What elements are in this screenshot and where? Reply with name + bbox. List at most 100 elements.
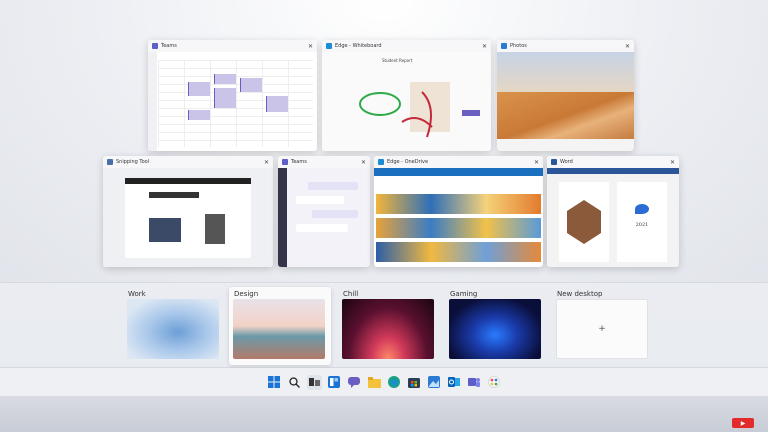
desktop-label: Gaming [450, 290, 478, 298]
window-teams-chat[interactable]: Teams ✕ [278, 156, 370, 267]
search-icon[interactable] [287, 375, 302, 390]
desktop-label: Design [234, 290, 259, 298]
edge-icon [378, 159, 384, 165]
desktop-work[interactable]: Work [127, 289, 231, 359]
window-title: Edge - OneDrive [387, 159, 429, 165]
plus-icon: + [598, 324, 606, 334]
teams-icon [152, 43, 158, 49]
desktop-chill[interactable]: Chill [342, 289, 446, 359]
calendar-event [214, 74, 236, 84]
window-teams-calendar[interactable]: Teams ✕ [148, 40, 317, 151]
window-titlebar: Teams ✕ [278, 156, 370, 168]
snip-photo [149, 218, 181, 242]
desk-surface [0, 396, 768, 432]
window-titlebar: Word ✕ [547, 156, 679, 168]
dove-icon [635, 204, 649, 214]
window-content [103, 168, 273, 267]
photos-icon[interactable] [427, 375, 442, 390]
calendar-event [188, 110, 210, 120]
word-ribbon [547, 168, 679, 174]
window-titlebar: Photos ✕ [497, 40, 634, 52]
card-page-left [559, 182, 609, 262]
outlook-icon[interactable] [447, 375, 462, 390]
window-content [374, 168, 543, 267]
snip-image [125, 178, 251, 258]
paint-icon[interactable] [487, 375, 502, 390]
desktop-label: Work [128, 290, 146, 298]
taskbar [0, 368, 768, 396]
teams-sidebar [148, 52, 157, 151]
window-title: Word [560, 159, 573, 165]
edge-icon[interactable] [387, 375, 402, 390]
teams-icon [282, 159, 288, 165]
widgets-icon[interactable] [327, 375, 342, 390]
card-year: 2021 [635, 222, 649, 228]
close-icon[interactable]: ✕ [482, 43, 487, 50]
edge-icon [326, 43, 332, 49]
desktop-gaming[interactable]: Gaming [449, 289, 553, 359]
new-desktop-button[interactable]: + [556, 299, 648, 359]
chat-icon[interactable] [347, 375, 362, 390]
photo-filmstrip [497, 139, 634, 151]
word-icon [551, 159, 557, 165]
desktop-wallpaper [342, 299, 434, 359]
window-edge-onedrive[interactable]: Edge - OneDrive ✕ [374, 156, 543, 267]
desktop-label: Chill [343, 290, 359, 298]
photo-tile [376, 194, 541, 214]
card-page-right: 2021 [617, 182, 667, 262]
snip-headline [149, 192, 199, 198]
teams-rail [278, 168, 287, 267]
close-icon[interactable]: ✕ [264, 159, 269, 166]
chat-bubble [308, 182, 358, 190]
window-title: Teams [161, 43, 177, 49]
window-edge-whiteboard[interactable]: Edge - Whiteboard ✕ Student Report [322, 40, 491, 151]
window-snipping-tool[interactable]: Snipping Tool ✕ [103, 156, 273, 267]
calendar-event [240, 78, 262, 92]
onedrive-toolbar [374, 168, 543, 176]
snip-photo [205, 214, 225, 244]
window-photos[interactable]: Photos ✕ [497, 40, 634, 151]
desert-sky [497, 52, 634, 92]
close-icon[interactable]: ✕ [308, 43, 313, 50]
window-titlebar: Edge - Whiteboard ✕ [322, 40, 491, 52]
card-photo [567, 200, 601, 244]
photo-tile [376, 242, 541, 262]
teams-icon[interactable] [467, 375, 482, 390]
window-title: Edge - Whiteboard [335, 43, 382, 49]
desktop-label: New desktop [557, 290, 603, 298]
close-icon[interactable]: ✕ [670, 159, 675, 166]
window-titlebar: Snipping Tool ✕ [103, 156, 273, 168]
window-title: Photos [510, 43, 527, 49]
desktop-wallpaper [127, 299, 219, 359]
photos-icon [501, 43, 507, 49]
desktop-wallpaper [233, 299, 325, 359]
chat-bubble [296, 224, 348, 232]
calendar-event [266, 96, 288, 112]
window-content [278, 168, 370, 267]
start-icon[interactable] [267, 375, 282, 390]
task-view-icon[interactable] [306, 374, 322, 390]
snipping-tool-icon [107, 159, 113, 165]
window-content: 2021 [547, 168, 679, 267]
window-content [148, 52, 317, 151]
file-explorer-icon[interactable] [367, 375, 382, 390]
calendar-event [214, 88, 236, 108]
desktop-new[interactable]: New desktop + [556, 289, 660, 359]
chat-bubble [312, 210, 358, 218]
window-title: Snipping Tool [116, 159, 150, 165]
desktop-design[interactable]: Design [229, 287, 331, 370]
close-icon[interactable]: ✕ [625, 43, 630, 50]
window-titlebar: Teams ✕ [148, 40, 317, 52]
whiteboard-map [359, 82, 480, 138]
calendar-event [188, 82, 210, 96]
window-content [497, 52, 634, 151]
window-word[interactable]: Word ✕ 2021 [547, 156, 679, 267]
video-logo-icon: ▶ [732, 418, 754, 428]
photo-tile [376, 218, 541, 238]
chat-bubble [296, 196, 344, 204]
close-icon[interactable]: ✕ [361, 159, 366, 166]
close-icon[interactable]: ✕ [534, 159, 539, 166]
window-title: Teams [291, 159, 307, 165]
store-icon[interactable] [407, 375, 422, 390]
window-titlebar: Edge - OneDrive ✕ [374, 156, 543, 168]
